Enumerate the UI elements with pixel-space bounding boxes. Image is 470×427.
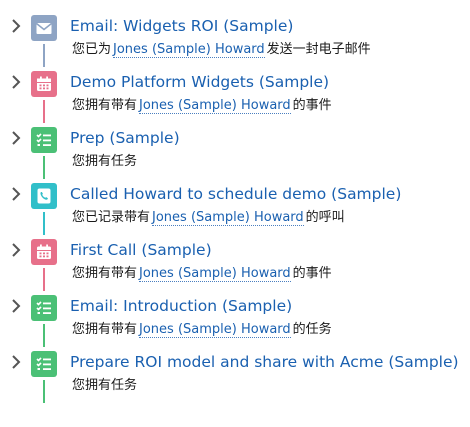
task-checklist-icon[interactable] (31, 127, 57, 153)
activity-item-task: Email: Introduction (Sample) 您拥有带有 Jones … (0, 293, 470, 349)
calendar-icon[interactable] (31, 71, 57, 97)
chevron-right-icon[interactable] (8, 241, 24, 259)
description-prefix: 您拥有带有 (72, 266, 138, 281)
description-prefix: 您拥有带有 (72, 322, 138, 337)
activity-description: 您拥有任务 (72, 377, 137, 395)
description-prefix: 您拥有带有 (72, 98, 138, 113)
contact-link[interactable]: Jones (Sample) Howard (139, 98, 291, 114)
activity-description: 您已为 Jones (Sample) Howard 发送一封电子邮件 (72, 41, 371, 59)
activity-item-call: Called Howard to schedule demo (Sample) … (0, 181, 470, 237)
timeline-connector (43, 44, 45, 67)
timeline-connector (43, 156, 45, 179)
activity-title-link[interactable]: Prep (Sample) (70, 127, 180, 149)
chevron-right-icon[interactable] (8, 129, 24, 147)
chevron-right-icon[interactable] (8, 73, 24, 91)
chevron-right-icon[interactable] (8, 353, 24, 371)
activity-item-event: Demo Platform Widgets (Sample) 您拥有带有 Jone… (0, 69, 470, 125)
chevron-right-icon[interactable] (8, 297, 24, 315)
calendar-icon[interactable] (31, 239, 57, 265)
activity-title-link[interactable]: First Call (Sample) (70, 239, 212, 261)
activity-description: 您拥有任务 (72, 153, 137, 171)
task-checklist-icon[interactable] (31, 351, 57, 377)
activity-title-link[interactable]: Called Howard to schedule demo (Sample) (70, 183, 401, 205)
activity-title-link[interactable]: Email: Widgets ROI (Sample) (70, 15, 293, 37)
contact-link[interactable]: Jones (Sample) Howard (152, 210, 304, 226)
timeline-connector (43, 380, 45, 403)
activity-title-link[interactable]: Prepare ROI model and share with Acme (S… (70, 351, 459, 373)
timeline-connector (43, 212, 45, 235)
activity-item-event: First Call (Sample) 您拥有带有 Jones (Sample) … (0, 237, 470, 293)
activity-description: 您拥有带有 Jones (Sample) Howard 的事件 (72, 97, 332, 115)
activity-item-task: Prep (Sample) 您拥有任务 (0, 125, 470, 181)
activity-title-link[interactable]: Email: Introduction (Sample) (70, 295, 292, 317)
description-suffix: 的呼叫 (305, 210, 345, 225)
activity-item-task: Prepare ROI model and share with Acme (S… (0, 349, 470, 405)
description-prefix: 您已为 (72, 42, 112, 57)
activity-item-email: Email: Widgets ROI (Sample) 您已为 Jones (Sa… (0, 13, 470, 69)
chevron-right-icon[interactable] (8, 17, 24, 35)
activity-description: 您已记录带有 Jones (Sample) Howard 的呼叫 (72, 209, 345, 227)
description-prefix: 您拥有任务 (72, 154, 138, 169)
activity-timeline: Email: Widgets ROI (Sample) 您已为 Jones (Sa… (0, 0, 470, 427)
contact-link[interactable]: Jones (Sample) Howard (139, 266, 291, 282)
contact-link[interactable]: Jones (Sample) Howard (139, 322, 291, 338)
contact-link[interactable]: Jones (Sample) Howard (113, 42, 265, 58)
description-suffix: 发送一封电子邮件 (266, 42, 371, 57)
description-suffix: 的事件 (292, 98, 332, 113)
description-prefix: 您已记录带有 (72, 210, 151, 225)
timeline-connector (43, 100, 45, 123)
description-suffix: 的任务 (292, 322, 332, 337)
activity-description: 您拥有带有 Jones (Sample) Howard 的任务 (72, 321, 332, 339)
activity-description: 您拥有带有 Jones (Sample) Howard 的事件 (72, 265, 332, 283)
envelope-icon[interactable] (31, 15, 57, 41)
chevron-right-icon[interactable] (8, 185, 24, 203)
description-prefix: 您拥有任务 (72, 378, 138, 393)
phone-icon[interactable] (31, 183, 57, 209)
activity-title-link[interactable]: Demo Platform Widgets (Sample) (70, 71, 329, 93)
timeline-connector (43, 324, 45, 347)
task-checklist-icon[interactable] (31, 295, 57, 321)
timeline-connector (43, 268, 45, 291)
description-suffix: 的事件 (292, 266, 332, 281)
